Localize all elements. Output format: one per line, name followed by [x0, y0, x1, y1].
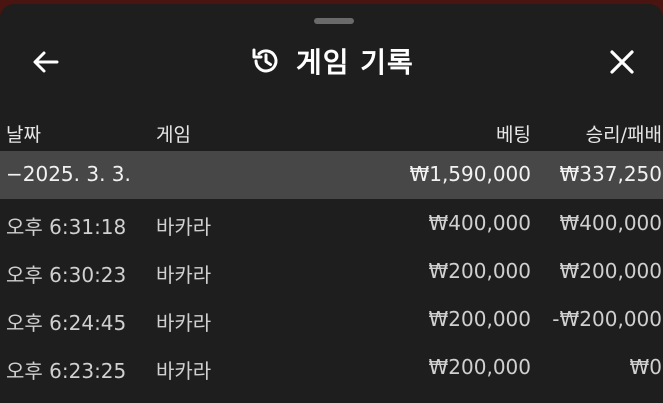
row-game: 바카라: [156, 359, 212, 383]
row-game: 바카라: [156, 263, 212, 287]
column-header-game: 게임: [156, 124, 191, 146]
row-game: 바카라: [156, 215, 212, 239]
column-header-bet: 베팅: [496, 124, 531, 146]
column-header-date: 날짜: [6, 124, 41, 146]
row-result: ₩400,000: [559, 211, 662, 235]
row-time: 오후 6:31:18: [6, 215, 127, 239]
drag-handle[interactable]: [314, 18, 354, 24]
close-button[interactable]: [604, 44, 640, 80]
column-header-result: 승리/패배: [585, 124, 662, 146]
row-bet: ₩200,000: [428, 355, 531, 379]
table-row[interactable]: 오후 6:30:23 바카라 ₩200,000 ₩200,000: [0, 248, 663, 296]
row-time: 오후 6:24:45: [6, 311, 127, 335]
game-history-sheet: 게임 기록 날짜 게임 베팅 승리/패배 −2025. 3. 3. ₩1,590…: [0, 4, 663, 403]
row-result: ₩200,000: [559, 259, 662, 283]
back-button[interactable]: [28, 44, 64, 80]
table-row[interactable]: 오후 6:23:25 바카라 ₩200,000 ₩0: [0, 344, 663, 392]
row-game: 바카라: [156, 311, 212, 335]
table-row[interactable]: 오후 6:31:18 바카라 ₩400,000 ₩400,000: [0, 200, 663, 248]
row-bet: ₩200,000: [428, 259, 531, 283]
page-title: 게임 기록: [296, 46, 414, 79]
row-time: 오후 6:23:25: [6, 359, 127, 383]
header: 게임 기록: [0, 32, 663, 88]
date-summary-row[interactable]: −2025. 3. 3. ₩1,590,000 ₩337,250: [0, 151, 663, 199]
column-headers: 날짜 게임 베팅 승리/패배: [0, 112, 663, 152]
summary-bet: ₩1,590,000: [409, 162, 531, 186]
table-row[interactable]: 오후 6:24:45 바카라 ₩200,000 -₩200,000: [0, 296, 663, 344]
title-group: 게임 기록: [250, 40, 414, 82]
row-bet: ₩200,000: [428, 307, 531, 331]
close-icon: [610, 50, 634, 74]
summary-date: −2025. 3. 3.: [6, 162, 131, 186]
row-time: 오후 6:30:23: [6, 263, 127, 287]
row-bet: ₩400,000: [428, 211, 531, 235]
history-icon: [252, 48, 278, 73]
row-result: -₩200,000: [552, 307, 662, 331]
row-result: ₩0: [629, 355, 663, 379]
arrow-left-icon: [33, 51, 59, 73]
summary-result: ₩337,250: [559, 162, 662, 186]
